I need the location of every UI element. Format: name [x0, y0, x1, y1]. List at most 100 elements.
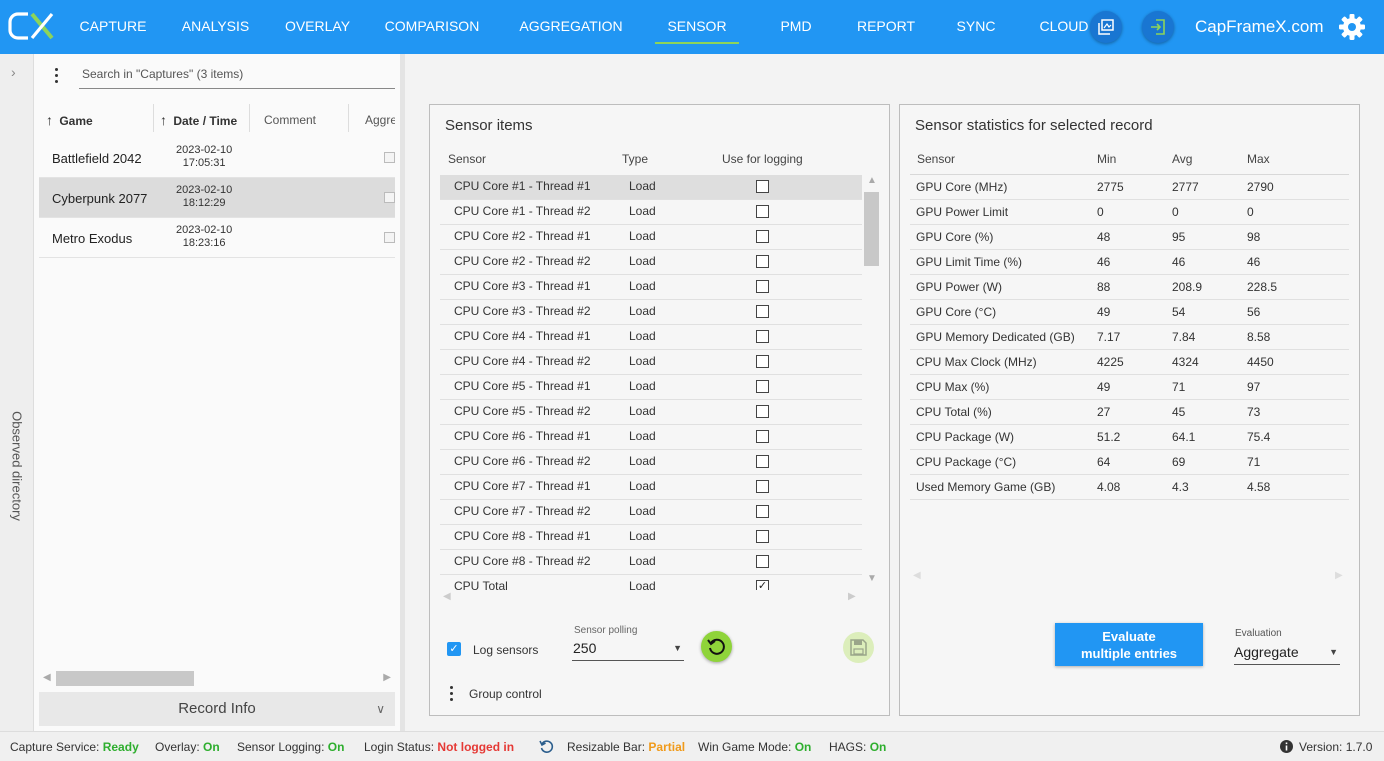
sensor-row[interactable]: CPU Core #2 - Thread #1 Load: [440, 225, 862, 250]
stat-row[interactable]: CPU Total (%) 27 45 73: [910, 400, 1349, 425]
aggregated-checkbox[interactable]: [384, 192, 395, 203]
tab-pmd[interactable]: PMD: [748, 0, 844, 54]
use-for-logging-col-header[interactable]: Use for logging: [722, 152, 803, 166]
sensor-row[interactable]: CPU Core #5 - Thread #2 Load: [440, 400, 862, 425]
tab-sensor[interactable]: SENSOR: [655, 0, 739, 54]
column-aggregated[interactable]: Aggre: [365, 104, 395, 136]
captures-horizontal-scrollbar[interactable]: ◀ ▶: [39, 670, 395, 686]
sensor-row[interactable]: CPU Core #2 - Thread #2 Load: [440, 250, 862, 275]
use-for-logging-checkbox[interactable]: [756, 405, 769, 418]
sensor-row[interactable]: CPU Total Load ✓: [440, 575, 862, 590]
sensor-row[interactable]: CPU Core #1 - Thread #2 Load: [440, 200, 862, 225]
sync-icon[interactable]: [539, 739, 554, 754]
stat-row[interactable]: CPU Max (%) 49 71 97: [910, 375, 1349, 400]
use-for-logging-checkbox[interactable]: [756, 380, 769, 393]
use-for-logging-checkbox[interactable]: [756, 480, 769, 493]
tab-aggregation[interactable]: AGGREGATION: [496, 0, 646, 54]
captures-menu-button[interactable]: [55, 68, 59, 86]
sensor-row[interactable]: CPU Core #5 - Thread #1 Load: [440, 375, 862, 400]
chevron-right-icon[interactable]: ›: [11, 64, 16, 80]
sensor-row[interactable]: CPU Core #4 - Thread #2 Load: [440, 350, 862, 375]
scrollbar-thumb[interactable]: [864, 192, 879, 266]
log-sensors-checkbox[interactable]: ✓: [447, 642, 461, 656]
stat-sensor-col-header[interactable]: Sensor: [917, 152, 955, 166]
sensor-items-vertical-scrollbar[interactable]: ▲ ▼: [863, 175, 880, 590]
use-for-logging-checkbox[interactable]: [756, 205, 769, 218]
record-info-expander[interactable]: Record Info ∨: [39, 692, 395, 726]
stat-row[interactable]: GPU Core (%) 48 95 98: [910, 225, 1349, 250]
use-for-logging-checkbox[interactable]: [756, 180, 769, 193]
tab-report[interactable]: REPORT: [844, 0, 928, 54]
scroll-down-icon[interactable]: ▼: [867, 573, 877, 584]
sensor-row[interactable]: CPU Core #3 - Thread #1 Load: [440, 275, 862, 300]
sensor-row[interactable]: CPU Core #1 - Thread #1 Load: [440, 175, 862, 200]
sensor-row[interactable]: CPU Core #4 - Thread #1 Load: [440, 325, 862, 350]
tab-capture[interactable]: CAPTURE: [62, 0, 164, 54]
use-for-logging-checkbox[interactable]: [756, 330, 769, 343]
info-icon[interactable]: [1280, 740, 1293, 753]
use-for-logging-checkbox[interactable]: [756, 355, 769, 368]
use-for-logging-checkbox[interactable]: [756, 280, 769, 293]
scroll-up-icon[interactable]: ▲: [867, 175, 877, 186]
sensor-row[interactable]: CPU Core #6 - Thread #2 Load: [440, 450, 862, 475]
use-for-logging-checkbox[interactable]: [756, 430, 769, 443]
use-for-logging-checkbox[interactable]: ✓: [756, 580, 769, 590]
capture-row[interactable]: Metro Exodus 2023-02-10 18:23:16: [39, 218, 395, 258]
save-sensor-config-button[interactable]: [843, 632, 874, 663]
tab-analysis[interactable]: ANALYSIS: [164, 0, 267, 54]
aggregated-checkbox[interactable]: [384, 232, 395, 243]
use-for-logging-checkbox[interactable]: [756, 230, 769, 243]
screenshot-button[interactable]: [1090, 11, 1122, 43]
sensor-col-header[interactable]: Sensor: [448, 152, 486, 166]
sensor-row[interactable]: CPU Core #7 - Thread #1 Load: [440, 475, 862, 500]
sensor-row[interactable]: CPU Core #7 - Thread #2 Load: [440, 500, 862, 525]
use-for-logging-checkbox[interactable]: [756, 530, 769, 543]
stat-row[interactable]: GPU Limit Time (%) 46 46 46: [910, 250, 1349, 275]
scroll-left-icon[interactable]: ◀: [443, 591, 451, 602]
evaluation-select[interactable]: Aggregate ▼: [1234, 641, 1340, 665]
sensor-row[interactable]: CPU Core #6 - Thread #1 Load: [440, 425, 862, 450]
brand-link[interactable]: CapFrameX.com: [1195, 17, 1323, 37]
stat-row[interactable]: CPU Max Clock (MHz) 4225 4324 4450: [910, 350, 1349, 375]
scroll-right-icon[interactable]: ▶: [848, 591, 856, 602]
capture-row[interactable]: Battlefield 2042 2023-02-10 17:05:31: [39, 138, 395, 178]
gear-icon[interactable]: [1338, 13, 1366, 41]
observed-directory-strip[interactable]: › Observed directory: [0, 54, 34, 731]
scroll-left-icon[interactable]: ◀: [913, 570, 921, 581]
captures-search-input[interactable]: Search in "Captures" (3 items): [79, 62, 395, 89]
login-button[interactable]: [1142, 11, 1174, 43]
use-for-logging-checkbox[interactable]: [756, 555, 769, 568]
stat-row[interactable]: GPU Memory Dedicated (GB) 7.17 7.84 8.58: [910, 325, 1349, 350]
sensor-row[interactable]: CPU Core #3 - Thread #2 Load: [440, 300, 862, 325]
use-for-logging-checkbox[interactable]: [756, 505, 769, 518]
aggregated-checkbox[interactable]: [384, 152, 395, 163]
stat-row[interactable]: CPU Package (W) 51.2 64.1 75.4: [910, 425, 1349, 450]
column-date[interactable]: ↑ Date / Time: [160, 104, 237, 136]
use-for-logging-checkbox[interactable]: [756, 305, 769, 318]
sensor-row[interactable]: CPU Core #8 - Thread #2 Load: [440, 550, 862, 575]
tab-comparison[interactable]: COMPARISON: [368, 0, 496, 54]
stat-row[interactable]: Used Memory Game (GB) 4.08 4.3 4.58: [910, 475, 1349, 500]
column-game[interactable]: ↑ Game: [46, 104, 93, 136]
scroll-right-icon[interactable]: ▶: [383, 672, 391, 683]
type-col-header[interactable]: Type: [622, 152, 648, 166]
stat-max-col-header[interactable]: Max: [1247, 152, 1270, 166]
sensor-polling-select[interactable]: 250 ▼: [572, 637, 684, 661]
column-comment[interactable]: Comment: [264, 104, 316, 136]
stat-row[interactable]: GPU Core (°C) 49 54 56: [910, 300, 1349, 325]
stat-row[interactable]: GPU Power (W) 88 208.9 228.5: [910, 275, 1349, 300]
evaluate-multiple-entries-button[interactable]: Evaluate multiple entries: [1055, 623, 1203, 666]
sensor-row[interactable]: CPU Core #8 - Thread #1 Load: [440, 525, 862, 550]
stat-row[interactable]: GPU Core (MHz) 2775 2777 2790: [910, 175, 1349, 200]
scroll-left-icon[interactable]: ◀: [43, 672, 51, 683]
stat-row[interactable]: GPU Power Limit 0 0 0: [910, 200, 1349, 225]
scrollbar-thumb[interactable]: [56, 671, 194, 686]
stat-avg-col-header[interactable]: Avg: [1172, 152, 1192, 166]
use-for-logging-checkbox[interactable]: [756, 455, 769, 468]
group-control-menu-button[interactable]: [450, 686, 454, 704]
stat-min-col-header[interactable]: Min: [1097, 152, 1116, 166]
tab-overlay[interactable]: OVERLAY: [267, 0, 368, 54]
tab-sync[interactable]: SYNC: [928, 0, 1024, 54]
capture-row[interactable]: Cyberpunk 2077 2023-02-10 18:12:29: [39, 178, 395, 218]
stat-row[interactable]: CPU Package (°C) 64 69 71: [910, 450, 1349, 475]
